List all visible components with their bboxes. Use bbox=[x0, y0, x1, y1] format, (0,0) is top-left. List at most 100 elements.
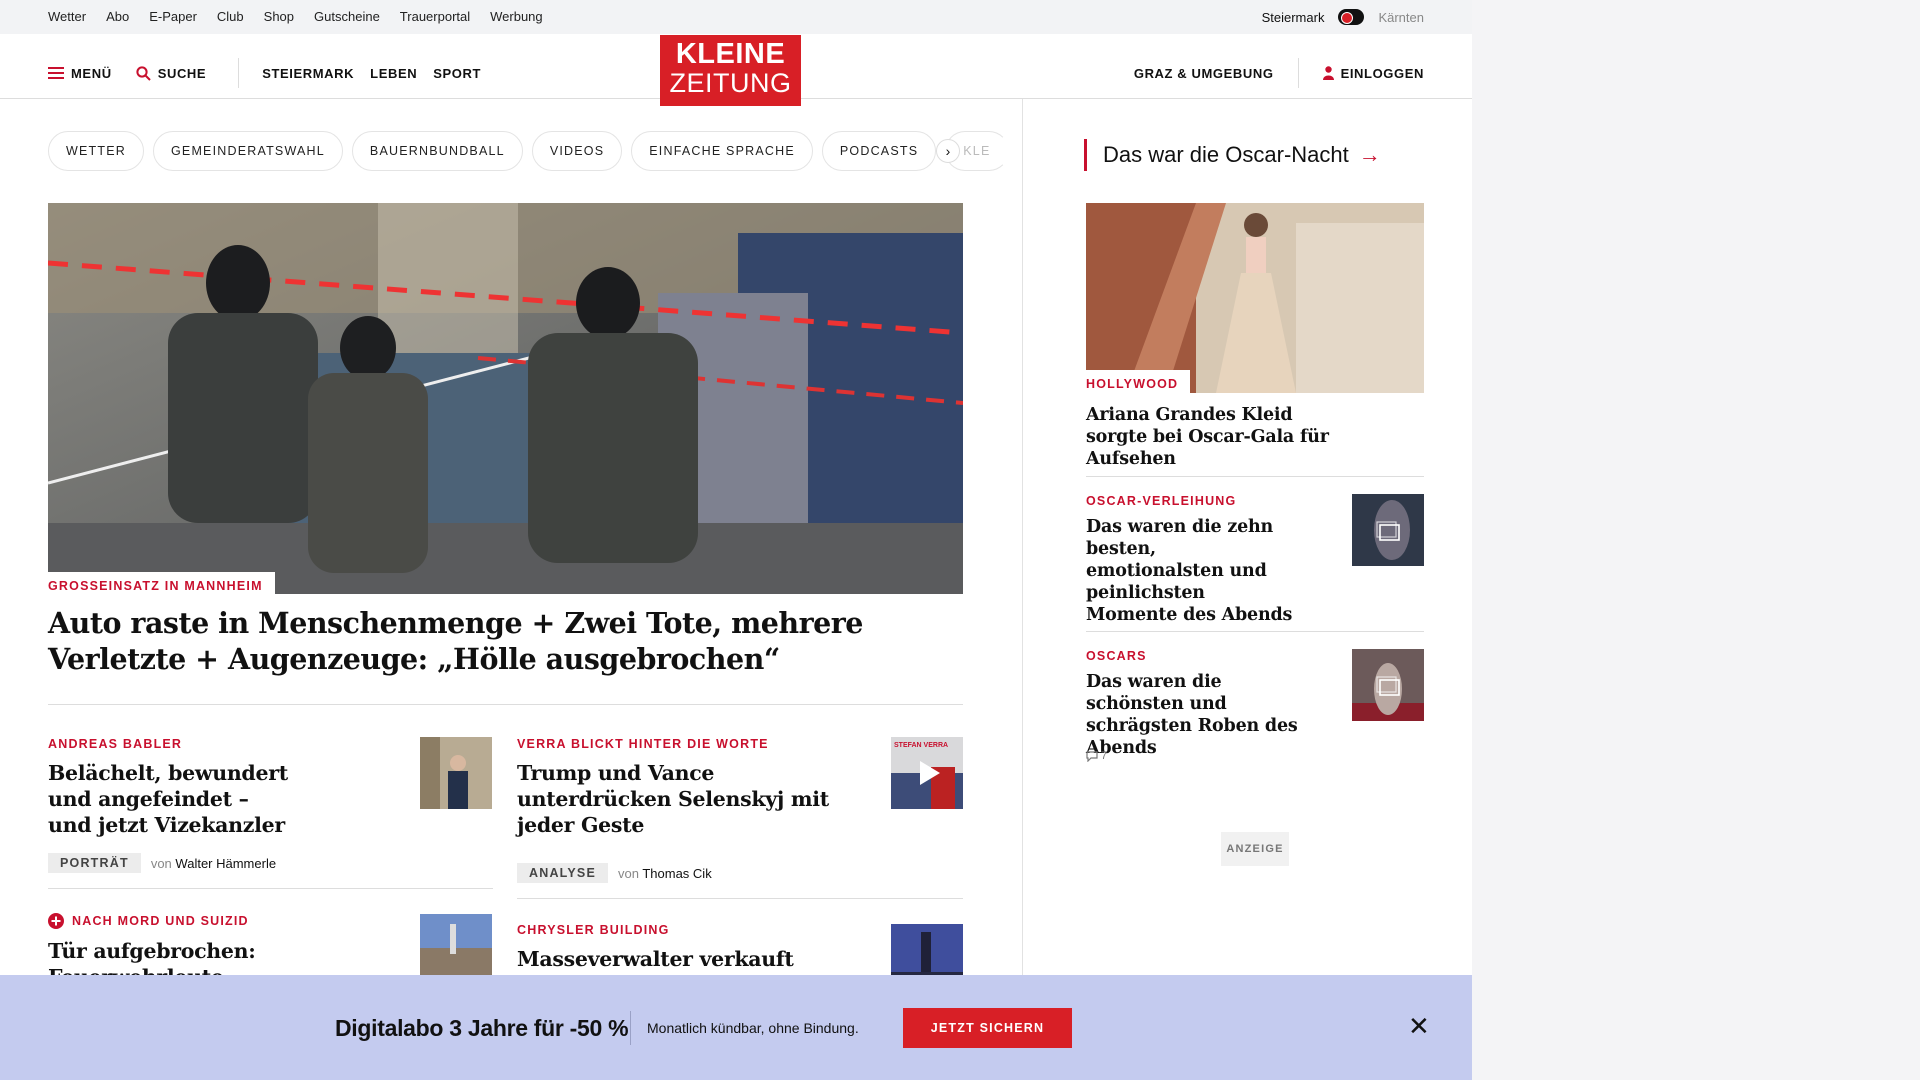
oscar-red-carpet-photo bbox=[1086, 203, 1424, 393]
right-item-3-headline[interactable]: Das waren die schönsten und schrägsten R… bbox=[1086, 671, 1306, 759]
right-item-2-headline[interactable]: Das waren die zehn besten, emotionalsten… bbox=[1086, 516, 1296, 626]
right-item-1-headline[interactable]: Ariana Grandes Kleid sorgte bei Oscar-Ga… bbox=[1086, 404, 1346, 470]
right-divider-2 bbox=[1086, 631, 1424, 632]
header-divider-right bbox=[1297, 58, 1299, 88]
nav-steiermark[interactable]: STEIERMARK bbox=[262, 66, 354, 81]
hero-kicker: GROSSEINSATZ IN MANNHEIM bbox=[48, 572, 275, 596]
region-toggle[interactable] bbox=[1338, 9, 1365, 25]
menu-button[interactable]: MENÜ bbox=[48, 66, 112, 81]
header-right: GRAZ & UMGEBUNG EINLOGGEN bbox=[1134, 58, 1424, 88]
arrow-right-icon: → bbox=[1358, 142, 1381, 167]
pill-podcasts[interactable]: PODCASTS bbox=[821, 131, 937, 171]
pill-gemeinderatswahl[interactable]: GEMEINDERATSWAHL bbox=[152, 131, 343, 171]
right-item-2-kicker: OSCAR-VERLEIHUNG bbox=[1086, 494, 1237, 508]
subscription-banner: Digitalabo 3 Jahre für -50 % Monatlich k… bbox=[0, 975, 1472, 1080]
article-4-kicker: CHRYSLER BUILDING bbox=[517, 923, 670, 937]
play-icon bbox=[920, 761, 940, 785]
nav-leben[interactable]: LEBEN bbox=[370, 66, 417, 81]
banner-divider bbox=[630, 1011, 631, 1045]
utility-link-werbung[interactable]: Werbung bbox=[490, 9, 543, 24]
hamburger-icon bbox=[48, 67, 64, 79]
header-nav: MENÜ SUCHE STEIERMARK LEBEN SPORT bbox=[48, 58, 481, 88]
search-icon bbox=[136, 65, 151, 81]
utility-link-trauerportal[interactable]: Trauerportal bbox=[400, 9, 470, 24]
oscar-section-title: Das war die Oscar-Nacht bbox=[1103, 142, 1349, 167]
utility-link-epaper[interactable]: E-Paper bbox=[149, 9, 197, 24]
search-label: SUCHE bbox=[157, 65, 207, 81]
banner-title: Digitalabo 3 Jahre für -50 % bbox=[335, 1015, 629, 1041]
utility-bar: Wetter Abo E-Paper Club Shop Gutscheine … bbox=[0, 0, 1472, 34]
search-button[interactable]: SUCHE bbox=[136, 66, 207, 81]
portrait-photo bbox=[420, 737, 492, 809]
utility-link-shop[interactable]: Shop bbox=[264, 9, 294, 24]
gallery-icon bbox=[1376, 521, 1400, 541]
article-1-thumbnail[interactable] bbox=[420, 737, 492, 809]
right-item-2-thumbnail[interactable] bbox=[1352, 494, 1424, 566]
article-2-author[interactable]: Thomas Cik bbox=[642, 866, 711, 881]
menu-label: MENÜ bbox=[71, 65, 112, 81]
banner-subtitle: Monatlich kündbar, ohne Bindung. bbox=[647, 1020, 859, 1036]
login-label: EINLOGGEN bbox=[1340, 65, 1424, 81]
article-1-kicker: ANDREAS BABLER bbox=[48, 737, 183, 751]
close-icon[interactable]: ✕ bbox=[1408, 1013, 1430, 1039]
right-item-1-kicker: HOLLYWOOD bbox=[1086, 370, 1191, 394]
article-2-divider bbox=[517, 898, 963, 899]
region-switch: Steiermark Kärnten bbox=[1262, 9, 1424, 25]
pill-einfache-sprache[interactable]: EINFACHE SPRACHE bbox=[631, 131, 813, 171]
article-2-thumbnail[interactable]: STEFAN VERRA bbox=[891, 737, 963, 809]
viewport-margin bbox=[1472, 0, 1920, 1080]
nav-sport[interactable]: SPORT bbox=[433, 66, 481, 81]
article-2-headline[interactable]: Trump und Vance unterdrücken Selenskyj m… bbox=[517, 760, 857, 838]
local-region-link[interactable]: GRAZ & UMGEBUNG bbox=[1134, 66, 1274, 81]
utility-links: Wetter Abo E-Paper Club Shop Gutscheine … bbox=[48, 9, 543, 24]
article-2-von: von bbox=[617, 865, 639, 881]
article-1-badge: PORTRÄT bbox=[48, 853, 141, 873]
article-1-von: von bbox=[150, 855, 172, 871]
article-2-badge: ANALYSE bbox=[517, 863, 608, 883]
header-divider bbox=[238, 58, 240, 88]
pill-videos[interactable]: VIDEOS bbox=[531, 131, 623, 171]
right-item-3-kicker: OSCARS bbox=[1086, 649, 1147, 663]
logo-line-kleine: KLEINE bbox=[675, 38, 786, 70]
utility-link-club[interactable]: Club bbox=[217, 9, 244, 24]
gallery-icon bbox=[1376, 676, 1400, 696]
login-button[interactable]: EINLOGGEN bbox=[1322, 65, 1424, 81]
article-2-meta: ANALYSE von Thomas Cik bbox=[517, 863, 712, 883]
comment-count: 7 bbox=[1101, 750, 1108, 762]
utility-link-gutscheine[interactable]: Gutscheine bbox=[314, 9, 380, 24]
topic-pills: WETTER GEMEINDERATSWAHL BAUERNBUNDBALL V… bbox=[48, 131, 1009, 171]
article-1-headline[interactable]: Belächelt, bewundert und angefeindet – u… bbox=[48, 760, 288, 838]
pills-next-button[interactable]: › bbox=[936, 139, 960, 163]
comment-icon bbox=[1086, 750, 1098, 762]
article-3-kicker: NACH MORD UND SUIZID bbox=[72, 914, 249, 928]
plus-icon bbox=[48, 913, 64, 929]
article-1-author[interactable]: Walter Hämmerle bbox=[175, 856, 276, 871]
right-item-3-comments[interactable]: 7 bbox=[1086, 750, 1107, 762]
pill-bauernbundball[interactable]: BAUERNBUNDBALL bbox=[351, 131, 523, 171]
banner-cta-button[interactable]: JETZT SICHERN bbox=[903, 1008, 1072, 1048]
region-kaernten[interactable]: Kärnten bbox=[1378, 10, 1424, 25]
pill-wetter[interactable]: WETTER bbox=[48, 131, 144, 171]
article-1-divider bbox=[48, 888, 493, 889]
logo-line-zeitung: ZEITUNG bbox=[669, 68, 792, 98]
right-item-3-thumbnail[interactable] bbox=[1352, 649, 1424, 721]
hero-photo-police bbox=[48, 203, 963, 594]
article-4-headline[interactable]: Masseverwalter verkauft bbox=[517, 946, 877, 972]
ad-label: ANZEIGE bbox=[1221, 832, 1289, 866]
utility-link-abo[interactable]: Abo bbox=[106, 9, 129, 24]
site-logo[interactable]: KLEINE ZEITUNG bbox=[660, 35, 801, 106]
utility-link-wetter[interactable]: Wetter bbox=[48, 9, 86, 24]
region-steiermark[interactable]: Steiermark bbox=[1262, 10, 1325, 25]
main-header: MENÜ SUCHE STEIERMARK LEBEN SPORT KLEINE… bbox=[0, 34, 1472, 106]
right-divider-1 bbox=[1086, 476, 1424, 477]
hero-image[interactable] bbox=[48, 203, 963, 594]
article-2-kicker: VERRA BLICKT HINTER DIE WORTE bbox=[517, 737, 769, 751]
column-divider bbox=[1022, 99, 1023, 1080]
article-3-kicker-row: NACH MORD UND SUIZID bbox=[48, 913, 249, 929]
oscar-section-heading[interactable]: Das war die Oscar-Nacht → bbox=[1084, 139, 1381, 171]
hero-headline[interactable]: Auto raste in Menschenmenge + Zwei Tote,… bbox=[48, 605, 948, 677]
oscar-lead-image[interactable] bbox=[1086, 203, 1424, 393]
page: Wetter Abo E-Paper Club Shop Gutscheine … bbox=[0, 0, 1472, 1080]
article-1-meta: PORTRÄT von Walter Hämmerle bbox=[48, 853, 276, 873]
user-icon bbox=[1322, 66, 1334, 80]
